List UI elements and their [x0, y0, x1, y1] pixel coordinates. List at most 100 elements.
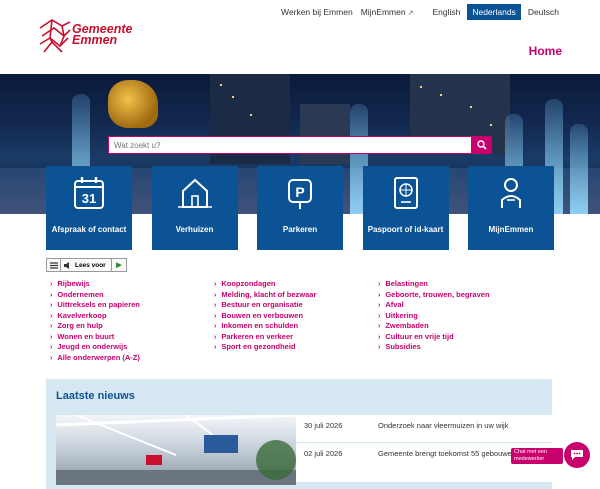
news-item-title: Onderzoek naar vleermuizen in uw wijk: [378, 421, 509, 430]
topic-link-label: Kavelverkoop: [57, 310, 107, 320]
topic-link-label: Rijbewijs: [57, 279, 90, 288]
topic-link-label: Cultuur en vrije tijd: [385, 331, 454, 341]
chevron-right-icon: ›: [378, 291, 381, 299]
tile-label: Afspraak of contact: [51, 225, 127, 234]
mijnemmen-link-label: MijnEmmen: [360, 7, 406, 17]
topic-link[interactable]: › Bestuur en organisatie: [214, 300, 378, 311]
topic-link[interactable]: › Geboorte, trouwen, begraven: [378, 290, 490, 301]
search-input[interactable]: [108, 136, 472, 154]
topic-link[interactable]: › Bouwen en verbouwen: [214, 311, 378, 322]
svg-text:31: 31: [82, 191, 96, 206]
svg-text:P: P: [295, 184, 304, 200]
logo-line2: Emmen: [72, 33, 118, 47]
chevron-right-icon: ›: [50, 354, 53, 362]
chevron-right-icon: ›: [378, 344, 381, 351]
read-aloud-widget: Lees voor ▶: [46, 258, 127, 272]
read-aloud-button[interactable]: Lees voor: [61, 259, 112, 271]
search-icon: [477, 140, 487, 150]
tile-paspoort[interactable]: Paspoort of id-kaart: [362, 166, 449, 250]
tile-label: Parkeren: [282, 225, 318, 234]
topic-column-3: › Belastingen › Geboorte, trouwen, begraven…: [378, 279, 490, 363]
chevron-right-icon: ›: [378, 333, 381, 341]
topic-link[interactable]: › Wonen en buurt: [50, 332, 214, 343]
news-section: Laatste nieuws 30 juli 2026 Onderzoek na…: [46, 379, 552, 489]
chevron-right-icon: ›: [214, 281, 217, 288]
topic-link[interactable]: › Cultuur en vrije tijd: [378, 332, 490, 343]
topic-link-label: Ondernemen: [57, 289, 104, 299]
topic-link[interactable]: › Uitkering: [378, 311, 490, 322]
lang-english[interactable]: English: [427, 4, 465, 20]
topic-link-label: Zorg en hulp: [57, 321, 103, 330]
topic-link-label: Zwembaden: [385, 321, 429, 330]
topic-link[interactable]: › Zwembaden: [378, 321, 490, 332]
tile-mijnemmen[interactable]: MijnEmmen: [468, 166, 554, 250]
topic-link-label: Bestuur en organisatie: [221, 300, 303, 309]
lang-deutsch[interactable]: Deutsch: [523, 4, 564, 20]
topic-column-1: › Rijbewijs › Ondernemen › Uittreksels en pap…: [50, 279, 214, 363]
topic-link-label: Koopzondagen: [221, 279, 276, 288]
chevron-right-icon: ›: [50, 281, 53, 288]
topic-links: › Rijbewijs › Ondernemen › Uittreksels en pap…: [50, 279, 560, 363]
chevron-right-icon: ›: [50, 344, 53, 351]
news-item[interactable]: 30 juli 2026 Onderzoek naar vleermuizen …: [296, 415, 552, 443]
topic-link-label: Uitkering: [385, 310, 418, 320]
chevron-right-icon: ›: [50, 323, 53, 330]
topic-link[interactable]: › Uittreksels en papieren: [50, 300, 214, 311]
topic-link[interactable]: › Koopzondagen: [214, 279, 378, 290]
play-icon: ▶: [116, 262, 122, 269]
chevron-right-icon: ›: [214, 312, 217, 320]
topic-link[interactable]: › Sport en gezondheid: [214, 342, 378, 353]
topic-link-label: Sport en gezondheid: [221, 342, 296, 351]
menu-icon: [49, 261, 58, 269]
topic-link[interactable]: › Ondernemen: [50, 290, 214, 301]
topic-link[interactable]: › Inkomen en schulden: [214, 321, 378, 332]
mijnemmen-link[interactable]: MijnEmmen ↗: [361, 7, 414, 17]
tile-label: Verhuizen: [175, 225, 214, 234]
chat-label[interactable]: Chat met een medewerker: [511, 448, 563, 464]
topic-link[interactable]: › Belastingen: [378, 279, 490, 290]
news-title: Laatste nieuws: [56, 390, 135, 402]
calendar-icon: 31: [74, 177, 104, 209]
tile-parkeren[interactable]: P Parkeren: [257, 166, 343, 250]
lang-nederlands[interactable]: Nederlands: [467, 4, 521, 20]
reader-menu-button[interactable]: [47, 259, 61, 271]
tile-label: Paspoort of id-kaart: [367, 225, 444, 234]
topic-link[interactable]: › Rijbewijs: [50, 279, 214, 290]
topic-link[interactable]: › Afval: [378, 300, 490, 311]
topic-link-label: Inkomen en schulden: [221, 321, 299, 330]
topic-link[interactable]: › Melding, klacht of bezwaar: [214, 290, 378, 301]
news-date: 30 juli 2026: [304, 421, 343, 430]
topic-link-label: Bouwen en verbouwen: [221, 310, 304, 320]
home-link[interactable]: Home: [529, 44, 562, 58]
topic-link-label: Melding, klacht of bezwaar: [221, 289, 317, 299]
person-icon: [501, 178, 521, 208]
tile-afspraak[interactable]: 31 Afspraak of contact: [46, 166, 132, 250]
house-icon: [177, 178, 212, 208]
topic-link[interactable]: › Jeugd en onderwijs: [50, 342, 214, 353]
topic-link-label: Wonen en buurt: [57, 331, 115, 341]
chevron-right-icon: ›: [378, 323, 381, 330]
topic-link[interactable]: › Kavelverkoop: [50, 311, 214, 322]
werken-bij-emmen-link[interactable]: Werken bij Emmen: [281, 7, 353, 17]
topic-link[interactable]: › Zorg en hulp: [50, 321, 214, 332]
topic-link-label: Uittreksels en papieren: [57, 300, 140, 309]
search-button[interactable]: [472, 136, 492, 154]
topic-link-label: Afval: [385, 300, 404, 309]
chevron-right-icon: ›: [214, 344, 217, 351]
chat-bubble-icon: [571, 450, 583, 460]
parking-icon: P: [288, 179, 312, 209]
play-button[interactable]: ▶: [112, 261, 126, 269]
gemeente-emmen-logo[interactable]: Gemeente Emmen: [38, 18, 138, 56]
topic-link-label: Subsidies: [385, 342, 421, 351]
news-photo: [56, 415, 296, 485]
topic-link-label: Parkeren en verkeer: [221, 331, 294, 341]
chat-button[interactable]: [564, 442, 590, 468]
topic-link[interactable]: › Subsidies: [378, 342, 490, 353]
external-link-icon: ↗: [407, 10, 414, 17]
passport-icon: [393, 177, 418, 209]
topic-link[interactable]: › Parkeren en verkeer: [214, 332, 378, 343]
tile-verhuizen[interactable]: Verhuizen: [151, 166, 238, 250]
topic-link[interactable]: › Alle onderwerpen (A-Z): [50, 353, 214, 364]
chevron-right-icon: ›: [378, 281, 381, 288]
topic-link-label: Jeugd en onderwijs: [57, 342, 128, 351]
